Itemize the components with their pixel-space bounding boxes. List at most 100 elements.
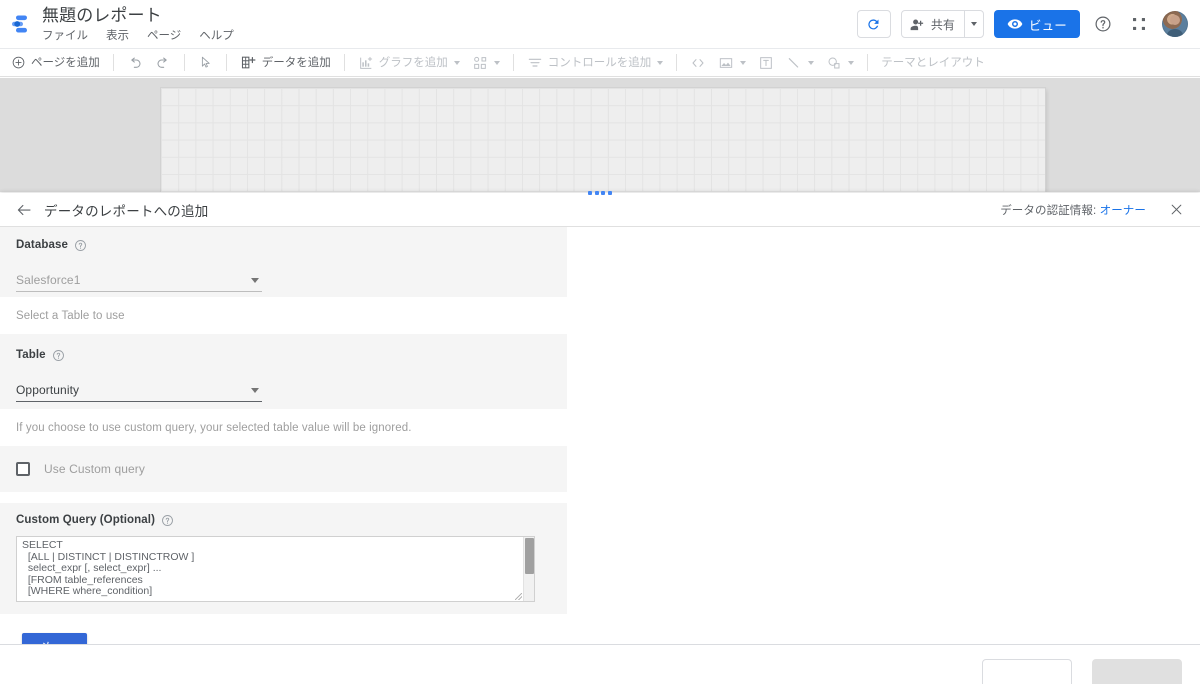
avatar[interactable] <box>1162 11 1188 37</box>
toolbar-divider <box>343 54 345 71</box>
database-field-card: Database Salesforce1 <box>0 227 567 297</box>
add-shape-button[interactable] <box>820 51 860 75</box>
panel-footer <box>0 644 1200 684</box>
add-button[interactable] <box>1092 659 1182 684</box>
help-button[interactable] <box>1090 11 1116 37</box>
help-circle-icon[interactable] <box>161 514 174 527</box>
menu-help[interactable]: ヘルプ <box>199 29 234 43</box>
person-add-icon <box>910 19 923 30</box>
panel-body: Database Salesforce1 Select a Table to u… <box>0 227 1200 644</box>
plus-circle-icon <box>12 56 25 69</box>
data-credentials-label: データの認証情報: <box>1000 204 1100 217</box>
add-control-button[interactable]: コントロールを追加 <box>521 51 670 75</box>
chevron-down-icon <box>453 60 460 65</box>
table-label: Table <box>16 349 46 361</box>
bar-chart-add-icon <box>359 56 372 69</box>
close-button[interactable] <box>1164 198 1188 222</box>
next-button[interactable]: 次へ <box>22 633 87 644</box>
cancel-button[interactable] <box>982 659 1072 684</box>
vertical-scrollbar[interactable] <box>523 537 534 601</box>
share-button[interactable]: 共有 <box>902 11 964 37</box>
custom-query-text: SELECT [ALL | DISTINCT | DISTINCTROW ] s… <box>22 539 195 597</box>
app-bar: 無題のレポート ファイル 表示 ページ ヘルプ 共有 ビュー <box>0 0 1200 48</box>
redo-icon <box>157 57 167 68</box>
menu-file[interactable]: ファイル <box>42 29 88 43</box>
checkbox-unchecked-icon[interactable] <box>16 462 30 476</box>
toolbar: ページを追加 データを追加 グラフを追加 コントロールを追加 テーマとレイアウト <box>0 48 1200 77</box>
back-arrow-icon[interactable] <box>14 200 34 220</box>
custom-query-hint: If you choose to use custom query, your … <box>16 422 412 434</box>
redo-button[interactable] <box>149 51 177 75</box>
line-icon <box>789 57 799 68</box>
chevron-down-icon <box>657 60 664 65</box>
community-visualization-icon <box>473 56 486 69</box>
resize-handle-icon[interactable] <box>515 593 522 600</box>
theme-layout-label: テーマとレイアウト <box>881 56 985 69</box>
custom-query-textarea[interactable]: SELECT [ALL | DISTINCT | DISTINCTROW ] s… <box>16 536 535 602</box>
chevron-down-icon <box>740 60 747 65</box>
table-value: Opportunity <box>16 383 80 397</box>
add-page-button[interactable]: ページを追加 <box>5 51 106 75</box>
panel-resize-handle[interactable] <box>588 190 614 196</box>
view-button[interactable]: ビュー <box>993 10 1080 38</box>
menu-page[interactable]: ページ <box>147 29 181 43</box>
appbar-actions: 共有 ビュー <box>856 10 1200 38</box>
use-custom-query-label: Use Custom query <box>44 462 145 476</box>
add-data-icon <box>241 56 256 69</box>
undo-button[interactable] <box>121 51 149 75</box>
help-circle-icon[interactable] <box>74 239 87 252</box>
dropdown-caret-icon <box>251 277 259 283</box>
share-button-group[interactable]: 共有 <box>900 10 984 38</box>
title-block: 無題のレポート ファイル 表示 ページ ヘルプ <box>40 6 234 43</box>
share-dropdown-button[interactable] <box>963 11 983 37</box>
community-visualization-button[interactable] <box>466 51 506 75</box>
report-page-grid[interactable] <box>161 88 1045 192</box>
refresh-button[interactable] <box>856 10 891 38</box>
handle-dot <box>607 191 612 195</box>
shape-icon <box>828 57 840 68</box>
add-data-button[interactable]: データを追加 <box>234 51 337 75</box>
toolbar-divider <box>183 54 185 71</box>
theme-layout-button[interactable]: テーマとレイアウト <box>875 51 991 75</box>
database-label: Database <box>16 239 68 251</box>
chevron-down-icon <box>493 60 500 65</box>
undo-icon <box>131 57 141 68</box>
embed-code-icon <box>692 58 704 67</box>
select-tool-button[interactable] <box>192 51 219 75</box>
database-value: Salesforce1 <box>16 273 81 287</box>
custom-query-label-row: Custom Query (Optional) <box>16 512 551 528</box>
chevron-down-icon <box>971 22 978 26</box>
table-select[interactable]: Opportunity <box>16 379 262 402</box>
select-table-hint: Select a Table to use <box>16 310 125 322</box>
looker-studio-logo-icon[interactable] <box>0 0 40 48</box>
database-label-row: Database <box>16 237 551 253</box>
help-circle-icon[interactable] <box>52 349 65 362</box>
page-title[interactable]: 無題のレポート <box>42 6 234 26</box>
data-credentials-link[interactable]: オーナー <box>1100 205 1146 217</box>
add-page-label: ページを追加 <box>31 56 100 69</box>
panel-header: データのレポートへの追加 データの認証情報: オーナー <box>0 193 1200 227</box>
toolbar-divider <box>676 54 678 71</box>
apps-button[interactable] <box>1126 11 1152 37</box>
use-custom-query-card: Use Custom query <box>0 446 567 492</box>
app-root: 無題のレポート ファイル 表示 ページ ヘルプ 共有 ビュー ページを追加 デー… <box>0 0 1200 684</box>
add-text-button[interactable] <box>752 51 780 75</box>
report-canvas-area <box>0 78 1200 192</box>
menu-view[interactable]: 表示 <box>106 29 129 43</box>
add-image-button[interactable] <box>712 51 752 75</box>
scrollbar-thumb[interactable] <box>525 538 534 574</box>
toolbar-divider <box>112 54 114 71</box>
database-select[interactable]: Salesforce1 <box>16 269 262 292</box>
view-label: ビュー <box>1028 18 1067 33</box>
text-box-icon <box>760 56 773 69</box>
embed-code-button[interactable] <box>684 51 712 75</box>
table-label-row: Table <box>16 347 551 363</box>
add-line-button[interactable] <box>780 51 820 75</box>
chevron-down-icon <box>808 60 815 65</box>
add-data-panel: データのレポートへの追加 データの認証情報: オーナー Database Sal… <box>0 193 1200 684</box>
data-credentials: データの認証情報: オーナー <box>1000 202 1146 218</box>
add-chart-button[interactable]: グラフを追加 <box>352 51 466 75</box>
menu-bar: ファイル 表示 ページ ヘルプ <box>42 29 234 43</box>
add-chart-label: グラフを追加 <box>378 56 448 69</box>
